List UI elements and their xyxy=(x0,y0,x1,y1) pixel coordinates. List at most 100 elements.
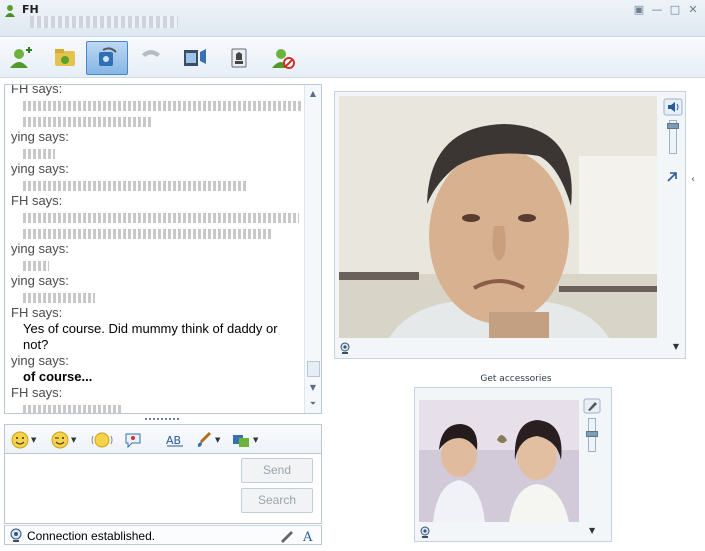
conversation-toolbar xyxy=(0,38,705,78)
connection-status: Connection established. xyxy=(27,529,156,543)
message-sender: ying says: xyxy=(11,353,69,368)
contact-personal-message xyxy=(30,16,178,28)
my-webcam-panel: ▼ xyxy=(414,387,612,542)
games-icon xyxy=(231,48,247,68)
svg-text:AB: AB xyxy=(166,434,181,447)
send-files-button[interactable] xyxy=(44,41,86,75)
activities-button[interactable] xyxy=(174,41,216,75)
message-sender: FH says: xyxy=(11,305,63,320)
mic-volume-slider[interactable] xyxy=(586,418,598,452)
webcam-call-button[interactable] xyxy=(86,41,128,75)
webcam-status-icon xyxy=(10,528,22,542)
message-sender: FH says: xyxy=(11,385,63,400)
chevron-down-icon: ▼ xyxy=(71,436,77,444)
wink-button[interactable]: ▼ xyxy=(51,429,76,451)
message-text xyxy=(11,257,305,273)
history-scrollbar[interactable]: ▲ ▼ ⏷ xyxy=(304,85,321,413)
mic-volume-slider-thumb[interactable] xyxy=(586,431,598,437)
messenger-buddy-icon xyxy=(5,5,15,17)
handwriting-icon[interactable] xyxy=(279,528,295,543)
message-text xyxy=(11,401,305,413)
send-button[interactable]: Send xyxy=(241,458,313,483)
scroll-thumb[interactable] xyxy=(307,361,320,377)
message-sender: ying says: xyxy=(11,241,69,256)
window-controls: ▣ — □ ✕ xyxy=(631,3,701,17)
message-text xyxy=(11,289,305,305)
invite-contact-button[interactable] xyxy=(0,41,42,75)
message-sender: FH says: xyxy=(11,193,63,208)
my-video-image xyxy=(419,400,579,522)
call-button[interactable] xyxy=(130,41,172,75)
background-button[interactable]: ▼ xyxy=(195,429,220,451)
font-icon: AB xyxy=(166,434,183,447)
message-text xyxy=(11,145,305,161)
expand-icon[interactable] xyxy=(665,170,679,184)
typing-mode-icon[interactable]: A xyxy=(301,528,317,543)
conversation-history[interactable]: FH says: ying says: ying says: FH says: … xyxy=(4,84,322,414)
my-webcam-feed xyxy=(419,400,579,522)
block-contact-icon xyxy=(272,49,295,69)
display-options-button[interactable]: ▼ xyxy=(231,429,258,451)
scroll-end-icon[interactable]: ⏷ xyxy=(305,397,321,411)
message-sender: FH says: xyxy=(11,84,63,96)
status-bar: Connection established. A xyxy=(4,525,322,545)
phone-icon xyxy=(142,50,160,57)
message-text xyxy=(11,209,305,225)
voice-message-button[interactable] xyxy=(123,429,143,451)
tray-icon[interactable]: ▣ xyxy=(631,3,647,17)
webcam-settings-icon[interactable] xyxy=(583,398,601,414)
nudge-icon xyxy=(91,432,113,448)
message-text: Yes of course. Did mummy think of daddy … xyxy=(23,321,278,336)
message-text: not? xyxy=(23,337,49,352)
scroll-down-icon[interactable]: ▼ xyxy=(305,381,321,395)
speaker-icon[interactable] xyxy=(663,98,683,116)
title-bar: FH ▣ — □ ✕ xyxy=(0,0,705,37)
minimize-icon[interactable]: — xyxy=(649,3,665,17)
webcam-icon xyxy=(340,342,350,354)
close-icon[interactable]: ✕ xyxy=(685,3,701,17)
volume-slider[interactable] xyxy=(667,120,679,154)
volume-slider-thumb[interactable] xyxy=(667,123,679,129)
brush-icon xyxy=(197,431,212,447)
activities-icon xyxy=(184,49,206,66)
message-sender: ying says: xyxy=(11,129,69,144)
message-text xyxy=(11,97,305,113)
compose-toolbar: ▼ ▼ AB ▼ ▼ xyxy=(4,424,322,454)
chevron-down-icon: ▼ xyxy=(215,436,221,444)
message-text xyxy=(11,177,305,193)
scroll-up-icon[interactable]: ▲ xyxy=(305,87,321,101)
collapse-pane-icon[interactable]: ‹ xyxy=(691,174,699,190)
contact-webcam-feed xyxy=(339,96,657,338)
video-pane: ▼ Get accessories ▼ ‹ xyxy=(326,84,699,549)
wink-icon xyxy=(51,431,69,449)
contact-video-image xyxy=(339,96,657,338)
chevron-down-icon[interactable]: ▼ xyxy=(589,526,595,535)
message-sender: ying says: xyxy=(11,161,69,176)
smiley-icon xyxy=(11,431,29,449)
voice-clip-button[interactable] xyxy=(91,429,113,451)
voice-bubble-icon xyxy=(125,433,141,449)
change-font-button[interactable]: AB xyxy=(165,429,185,451)
block-contact-button[interactable] xyxy=(262,41,304,75)
chevron-down-icon: ▼ xyxy=(253,436,259,444)
add-contact-icon xyxy=(10,47,32,68)
window-title: FH xyxy=(22,3,39,16)
message-input[interactable]: Send Search xyxy=(4,454,322,524)
pane-resize-grip[interactable] xyxy=(145,418,179,420)
message-text xyxy=(11,225,305,241)
message-text: of course... xyxy=(23,369,93,384)
webcam-controls xyxy=(663,98,683,188)
window-layout-icon xyxy=(233,435,249,447)
emoticon-button[interactable]: ▼ xyxy=(11,429,36,451)
message-list: FH says: ying says: ying says: FH says: … xyxy=(5,84,305,413)
webcam-call-icon xyxy=(99,47,117,66)
chevron-down-icon[interactable]: ▼ xyxy=(673,342,679,351)
contact-webcam-footer: ▼ xyxy=(339,342,683,356)
maximize-icon[interactable]: □ xyxy=(667,3,683,17)
message-text xyxy=(11,113,305,129)
send-file-icon xyxy=(55,49,75,66)
search-button[interactable]: Search xyxy=(241,488,313,513)
get-accessories-link[interactable]: Get accessories xyxy=(456,374,576,384)
games-button[interactable] xyxy=(218,41,260,75)
message-sender: ying says: xyxy=(11,273,69,288)
